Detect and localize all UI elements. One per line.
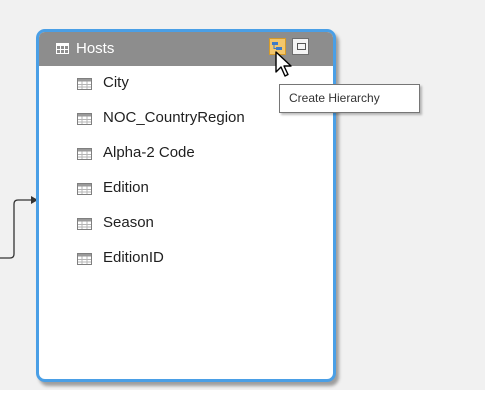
column-icon — [77, 218, 92, 230]
column-icon — [77, 148, 92, 160]
column-icon — [77, 253, 92, 265]
table-icon — [56, 43, 69, 54]
column-icon — [77, 183, 92, 195]
table-card-hosts[interactable]: Hosts City NOC_CountryRegion Alpha-2 Cod… — [36, 29, 336, 382]
field-label: NOC_CountryRegion — [103, 109, 245, 126]
create-hierarchy-icon — [272, 42, 282, 50]
field-row-alpha-2-code[interactable]: Alpha-2 Code — [39, 136, 333, 172]
field-row-edition[interactable]: Edition — [39, 171, 333, 207]
field-row-editionid[interactable]: EditionID — [39, 241, 333, 277]
maximize-button[interactable] — [292, 38, 309, 55]
column-icon — [77, 78, 92, 90]
field-label: Alpha-2 Code — [103, 144, 195, 161]
tooltip-text: Create Hierarchy — [289, 91, 380, 105]
tooltip: Create Hierarchy — [279, 84, 420, 113]
diagram-canvas: Hosts City NOC_CountryRegion Alpha-2 Cod… — [0, 0, 485, 394]
field-label: City — [103, 74, 129, 91]
table-header[interactable]: Hosts — [39, 32, 333, 66]
field-label: Season — [103, 214, 154, 231]
table-title: Hosts — [76, 40, 115, 57]
maximize-icon — [297, 43, 306, 50]
create-hierarchy-button[interactable] — [269, 38, 286, 55]
field-row-season[interactable]: Season — [39, 206, 333, 242]
field-label: EditionID — [103, 249, 164, 266]
field-label: Edition — [103, 179, 149, 196]
column-icon — [77, 113, 92, 125]
